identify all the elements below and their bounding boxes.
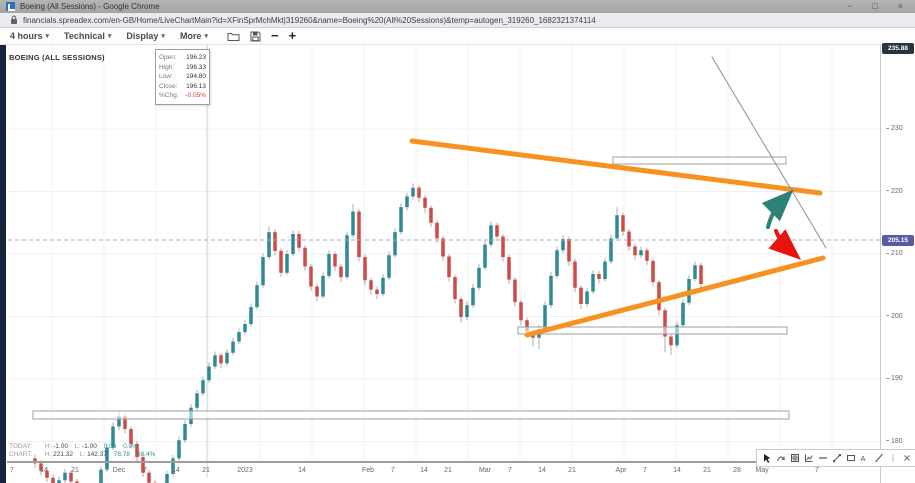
text-icon[interactable]: A (859, 453, 870, 464)
time-tick-label: Apr (616, 467, 627, 474)
price-level-badge: 235.88 (882, 43, 914, 54)
time-tick-label: 14 (172, 467, 180, 474)
time-tick-label: Mar (479, 467, 491, 474)
chevron-down-icon: ▾ (46, 32, 50, 40)
technical-menu[interactable]: Technical▾ (64, 31, 111, 41)
time-tick-label: 7 (643, 467, 647, 474)
minimize-button[interactable]: − (847, 0, 852, 13)
chart-menubar: 4 hours▾ Technical▾ Display▾ More▾ − + (0, 28, 915, 45)
curve-arrow-icon[interactable] (775, 453, 786, 464)
price-axis[interactable]: 230 220 210 200 190 180 235.88 205.15 (880, 45, 915, 483)
svg-text:A: A (860, 454, 865, 463)
time-tick-label: 21 (71, 467, 79, 474)
more-menu[interactable]: More▾ (180, 31, 208, 41)
save-icon[interactable] (250, 31, 261, 42)
padlock-icon (10, 15, 18, 25)
time-tick-label: 28 (733, 467, 741, 474)
time-tick-label: 14 (420, 467, 428, 474)
price-tick-label: 220 (886, 188, 903, 195)
candlestick-chart-canvas[interactable] (0, 45, 915, 483)
time-tick-label: 21 (202, 467, 210, 474)
time-tick-label: 2023 (237, 467, 253, 474)
time-tick-label: 14 (298, 467, 306, 474)
price-tick-label: 200 (886, 313, 903, 320)
price-tick-label: 190 (886, 375, 903, 382)
chart-style-icon[interactable] (803, 453, 814, 464)
url-text[interactable]: financials.spreadex.com/en-GB/Home/LiveC… (23, 16, 596, 25)
drawing-toolbar: A (756, 449, 915, 467)
chevron-down-icon: ▾ (161, 32, 165, 40)
close-button[interactable]: × (898, 0, 903, 13)
zoom-in-button[interactable]: + (289, 29, 297, 43)
time-tick-label: Dec (113, 467, 125, 474)
time-tick-label: 7 (508, 467, 512, 474)
current-price-badge: 205.15 (882, 235, 914, 246)
rectangle-icon[interactable] (845, 453, 856, 464)
window-controls: − □ × (847, 0, 909, 13)
today-stats-row: TODAY: H: -1.00 L: -1.00 0.00 0.0% (9, 443, 160, 451)
price-tick-label: 230 (886, 125, 903, 132)
price-tick-label: 210 (886, 250, 903, 257)
display-menu[interactable]: Display▾ (126, 31, 165, 41)
ohlc-tooltip: Open:196.23 High:196.33 Low:194.80 Close… (155, 49, 210, 105)
chart-stats-row: CHART: H: 221.32 L: 142.37 78.78 38.4% (9, 451, 160, 459)
time-tick-label: 7 (143, 467, 147, 474)
diagonal-line-icon[interactable] (873, 453, 884, 464)
time-tick-label: 7 (10, 467, 14, 474)
window-titlebar: Boeing (All Sessions) - Google Chrome − … (0, 0, 915, 13)
open-folder-icon[interactable] (227, 31, 240, 42)
time-tick-label: 14 (538, 467, 546, 474)
time-tick-label: 21 (703, 467, 711, 474)
time-tick-label: 7 (815, 467, 819, 474)
address-bar[interactable]: financials.spreadex.com/en-GB/Home/LiveC… (0, 13, 915, 28)
time-tick-label: 14 (40, 467, 48, 474)
chevron-down-icon: ▾ (108, 32, 112, 40)
time-tick-label: Feb (362, 467, 374, 474)
time-tick-label: 21 (444, 467, 452, 474)
chevron-down-icon: ▾ (204, 32, 208, 40)
timeframe-menu[interactable]: 4 hours▾ (10, 31, 49, 41)
price-tick-label: 180 (886, 438, 903, 445)
range-stats: TODAY: H: -1.00 L: -1.00 0.00 0.0% CHART… (9, 443, 160, 459)
separator-icon (887, 453, 898, 464)
close-icon[interactable] (901, 453, 912, 464)
time-tick-label: 14 (673, 467, 681, 474)
time-tick-label: 21 (568, 467, 576, 474)
site-favicon (6, 2, 15, 11)
time-tick-label: 7 (391, 467, 395, 474)
chart-title: BOEING (ALL SESSIONS) (9, 53, 105, 62)
window-title: Boeing (All Sessions) - Google Chrome (20, 2, 160, 11)
pointer-icon[interactable] (761, 453, 772, 464)
grid-icon[interactable] (789, 453, 800, 464)
trend-line-icon[interactable] (831, 453, 842, 464)
horizontal-line-icon[interactable] (817, 453, 828, 464)
chart-area[interactable]: BOEING (ALL SESSIONS) Open:196.23 High:1… (0, 45, 915, 483)
time-tick-label: May (755, 467, 768, 474)
maximize-button[interactable]: □ (872, 0, 877, 13)
zoom-out-button[interactable]: − (271, 29, 279, 43)
left-edge-panel (0, 45, 6, 483)
